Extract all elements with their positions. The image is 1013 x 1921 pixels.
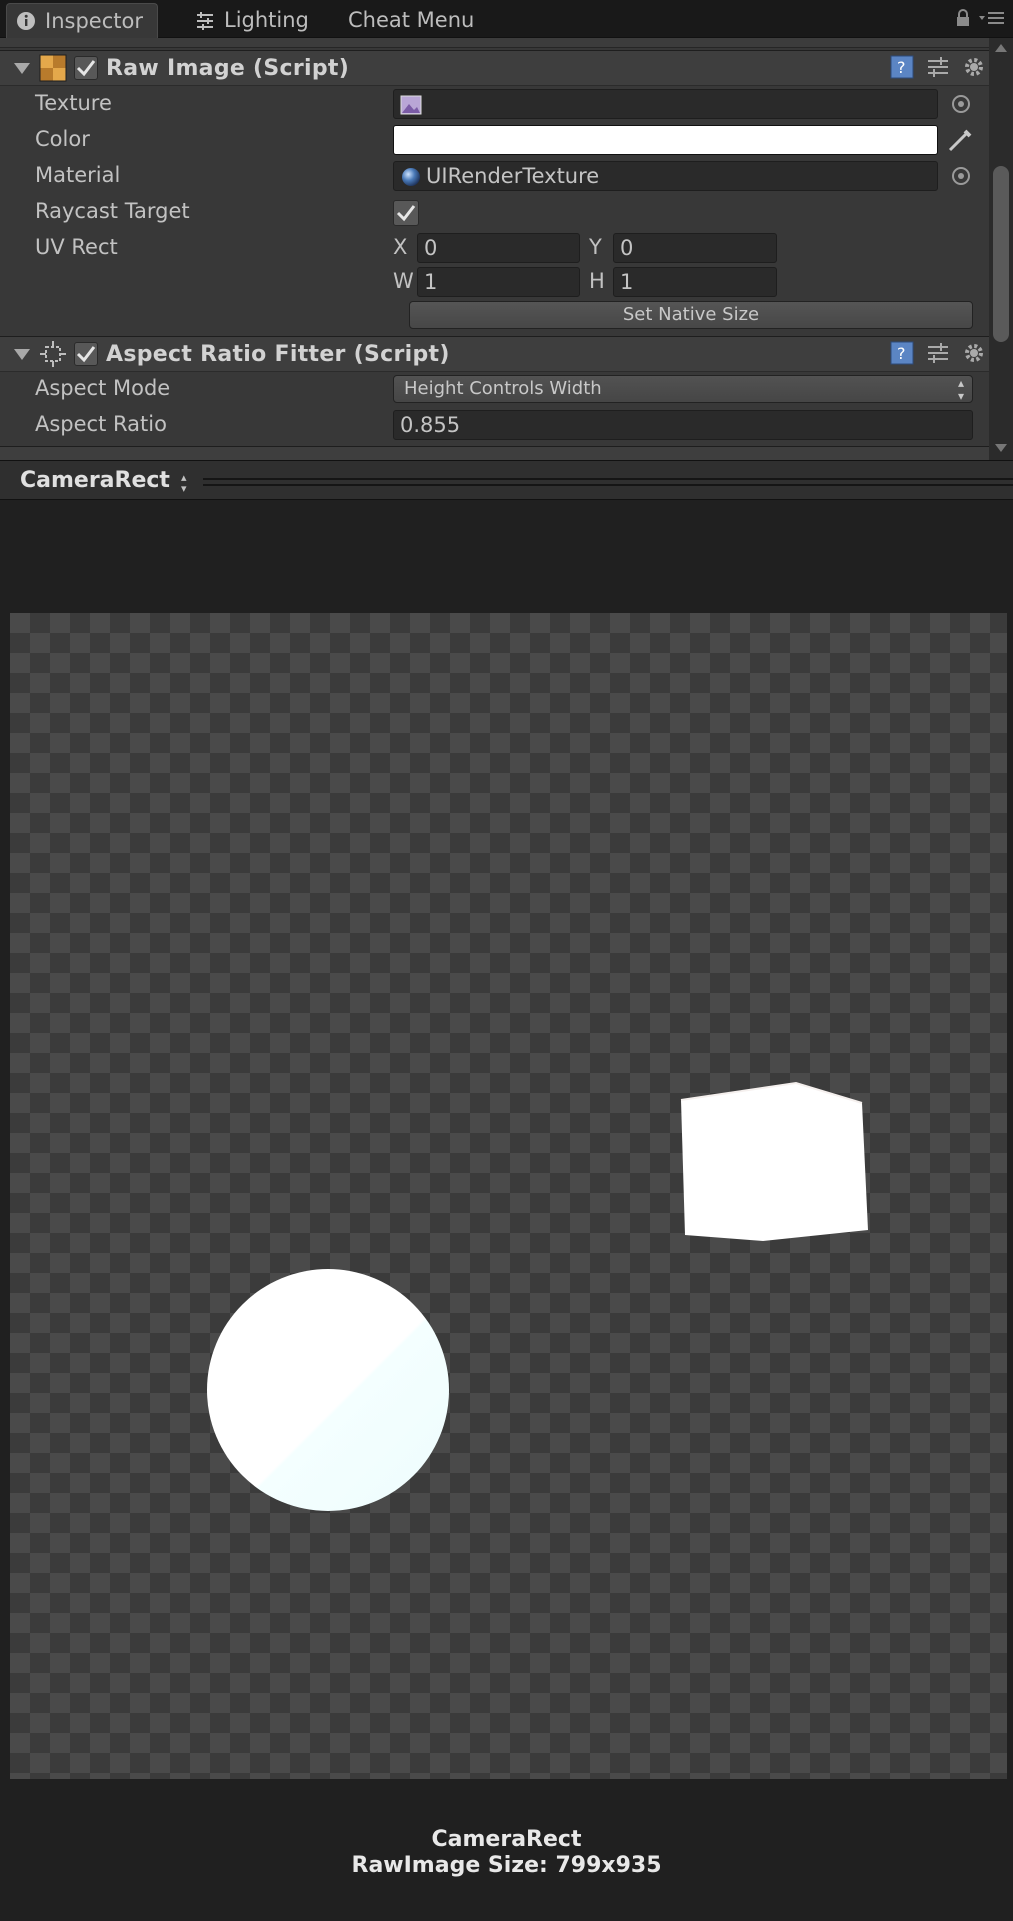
gear-icon[interactable] xyxy=(962,55,986,83)
editor-tab-bar: Inspector Lighting Cheat Menu xyxy=(0,0,1013,38)
aspect-mode-row: Aspect Mode Height Controls Width ▴ ▾ xyxy=(0,372,990,406)
raycast-row: Raycast Target xyxy=(0,195,990,229)
aspect-ratio-row: Aspect Ratio 0.855 xyxy=(0,408,990,442)
texture-thumbnail-icon xyxy=(400,94,422,122)
material-sphere-icon xyxy=(401,166,421,194)
raycast-target-label: Raycast Target xyxy=(35,199,190,223)
material-field[interactable]: UIRenderTexture xyxy=(393,161,938,191)
uv-w-field[interactable]: 1 xyxy=(417,267,580,297)
uv-w-label: W xyxy=(393,269,414,293)
texture-row: Texture xyxy=(0,87,990,121)
preset-icon[interactable] xyxy=(926,55,950,83)
tab-inspector-label: Inspector xyxy=(45,8,143,33)
preview-object-selector[interactable]: CameraRect xyxy=(20,468,170,493)
raw-image-preview xyxy=(10,613,1007,1779)
material-label: Material xyxy=(35,163,121,187)
aspect-ratio-fitter-icon xyxy=(38,339,68,369)
lock-icon[interactable] xyxy=(955,8,971,32)
cube-shape xyxy=(681,1083,868,1241)
lighting-sliders-icon xyxy=(194,10,216,32)
tab-inspector[interactable]: Inspector xyxy=(6,3,158,38)
preset-icon[interactable] xyxy=(926,341,950,369)
texture-picker-icon[interactable] xyxy=(952,95,970,113)
raw-image-component-header[interactable]: Raw Image (Script) ? xyxy=(0,50,990,86)
aspect-ratio-fitter-enabled-checkbox[interactable] xyxy=(74,342,98,366)
scroll-thumb[interactable] xyxy=(993,166,1009,342)
material-picker-icon[interactable] xyxy=(952,167,970,185)
aspect-ratio-fitter-component-header[interactable]: Aspect Ratio Fitter (Script) ? xyxy=(0,336,990,372)
aspect-ratio-label: Aspect Ratio xyxy=(35,412,167,436)
texture-label: Texture xyxy=(35,91,112,115)
raw-image-enabled-checkbox[interactable] xyxy=(74,56,98,80)
tab-cheat-menu-label: Cheat Menu xyxy=(348,8,475,32)
info-icon xyxy=(15,10,37,32)
tab-lighting-label: Lighting xyxy=(224,8,309,32)
uv-y-field[interactable]: 0 xyxy=(613,233,777,263)
next-component-header[interactable] xyxy=(0,446,990,460)
preview-caption-name: CameraRect xyxy=(431,1827,582,1852)
uv-rect-label: UV Rect xyxy=(35,235,118,259)
ui-camera-rect-component-header[interactable] xyxy=(0,38,990,48)
raw-image-icon xyxy=(38,53,68,83)
eyedropper-icon[interactable] xyxy=(947,127,973,157)
gear-icon[interactable] xyxy=(962,341,986,369)
preview-area: CameraRect RawImage Size: 799x935 xyxy=(0,500,1013,1921)
color-row: Color xyxy=(0,123,990,157)
tab-lighting[interactable]: Lighting xyxy=(194,3,309,38)
svg-text:?: ? xyxy=(897,58,906,77)
sphere-shape xyxy=(207,1269,449,1511)
color-label: Color xyxy=(35,127,90,151)
aspect-ratio-field[interactable]: 0.855 xyxy=(393,410,973,440)
preview-selector-arrows-icon[interactable]: ▴ ▾ xyxy=(181,472,187,494)
uv-rect-row: UV Rect X 0 Y 0 W 1 H 1 xyxy=(0,231,990,303)
material-value: UIRenderTexture xyxy=(426,164,600,188)
svg-text:?: ? xyxy=(897,344,906,363)
dropdown-arrows-icon: ▴ ▾ xyxy=(957,376,964,403)
uv-x-label: X xyxy=(393,235,408,259)
uv-y-label: Y xyxy=(589,235,602,259)
material-row: Material UIRenderTexture xyxy=(0,159,990,193)
foldout-arrow-icon[interactable] xyxy=(14,62,30,74)
help-icon[interactable]: ? xyxy=(890,55,914,83)
uv-h-field[interactable]: 1 xyxy=(613,267,777,297)
texture-field[interactable] xyxy=(393,89,938,119)
inspector-scrollbar[interactable] xyxy=(989,38,1013,460)
tab-cheat-menu[interactable]: Cheat Menu xyxy=(348,3,474,38)
preview-header: CameraRect ▴ ▾ xyxy=(0,460,1013,500)
foldout-arrow-icon[interactable] xyxy=(14,348,30,360)
aspect-mode-dropdown[interactable]: Height Controls Width ▴ ▾ xyxy=(393,375,973,403)
aspect-ratio-fitter-title: Aspect Ratio Fitter (Script) xyxy=(106,341,450,367)
inspector-panel: Raw Image (Script) ? Texture Color Mater… xyxy=(0,38,1013,460)
preview-resize-handle[interactable] xyxy=(203,478,1013,486)
uv-h-label: H xyxy=(589,269,605,293)
scroll-down-icon[interactable] xyxy=(995,444,1007,452)
color-swatch[interactable] xyxy=(393,125,938,155)
scroll-up-icon[interactable] xyxy=(995,44,1007,52)
preview-caption-size: RawImage Size: 799x935 xyxy=(351,1853,662,1878)
aspect-mode-label: Aspect Mode xyxy=(35,376,171,400)
uv-x-field[interactable]: 0 xyxy=(417,233,580,263)
raw-image-title: Raw Image (Script) xyxy=(106,55,350,81)
help-icon[interactable]: ? xyxy=(890,341,914,369)
aspect-mode-value: Height Controls Width xyxy=(404,378,602,399)
set-native-size-button[interactable]: Set Native Size xyxy=(409,301,973,329)
tab-menu-icon[interactable] xyxy=(979,8,1005,32)
raycast-target-checkbox[interactable] xyxy=(393,200,419,226)
